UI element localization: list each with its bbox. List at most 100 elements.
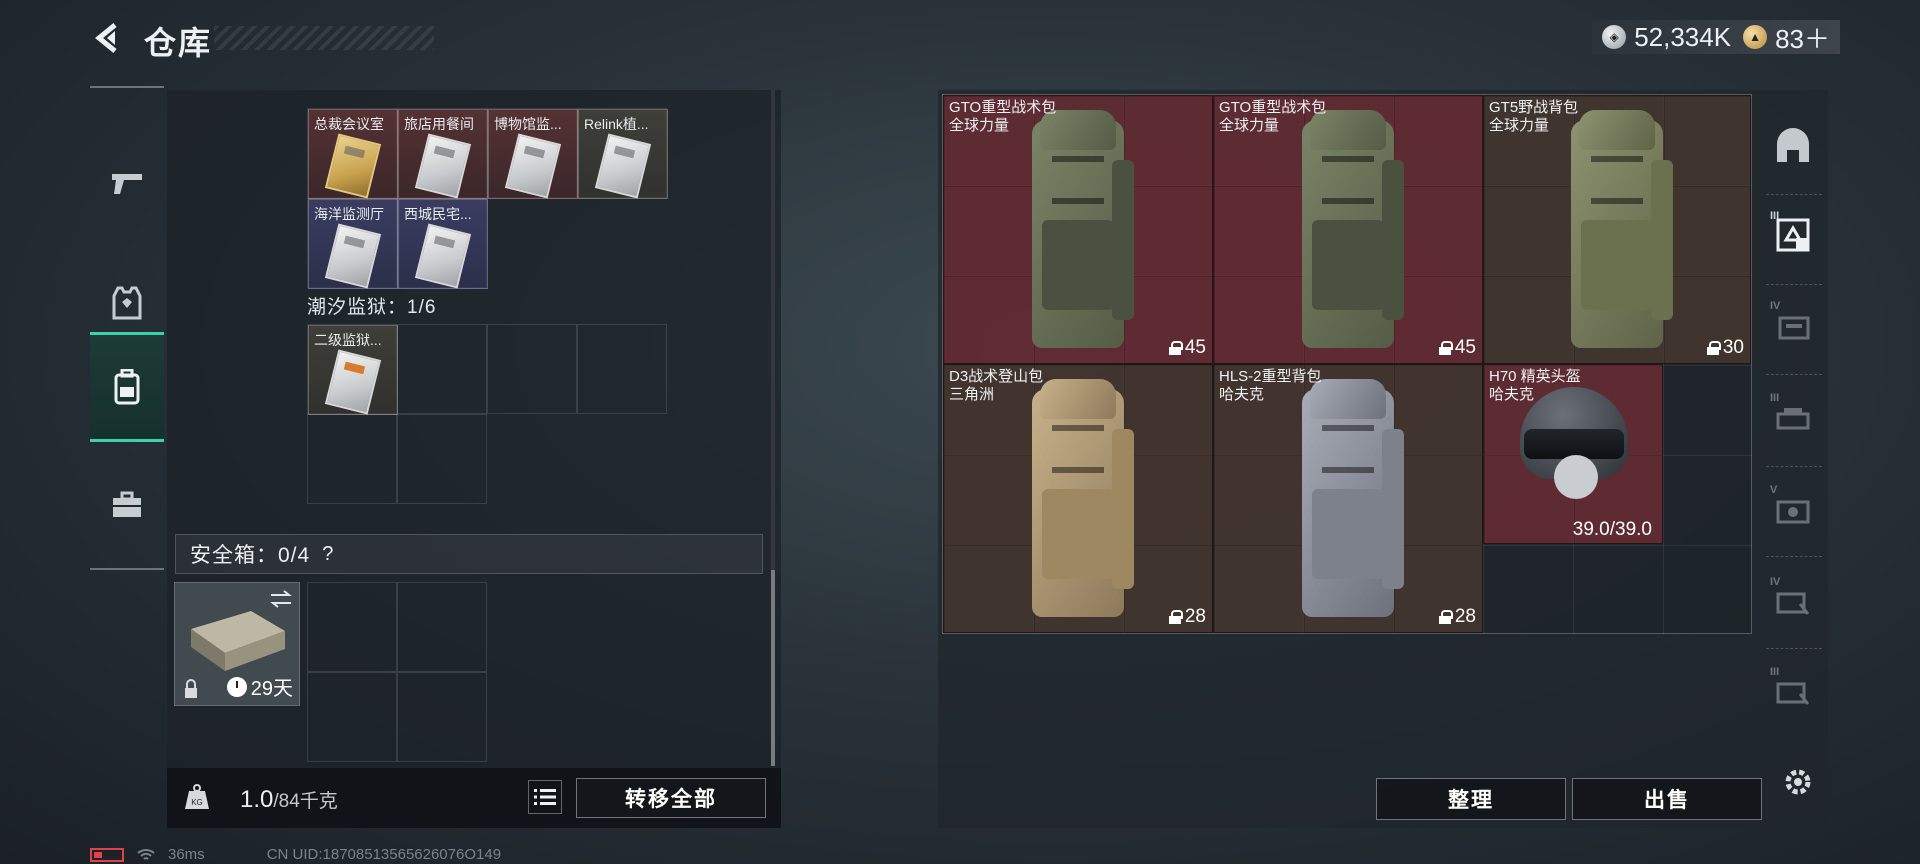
safe-box-item[interactable]: 29天	[174, 582, 300, 706]
key-slot[interactable]: 总裁会议室	[307, 108, 398, 199]
rental-days: 29天	[250, 678, 293, 700]
rail-item-weapons[interactable]	[90, 128, 164, 238]
key-slot[interactable]: 二级监狱...	[307, 324, 398, 415]
empty-key-slot[interactable]	[307, 414, 397, 504]
help-button[interactable]: ?	[322, 543, 333, 566]
empty-key-slot[interactable]	[577, 324, 667, 414]
left-category-rail	[90, 86, 164, 570]
safe-case-icon	[191, 611, 285, 671]
keycard-name: 总裁会议室	[314, 116, 384, 132]
rail-divider	[1766, 648, 1822, 649]
item-card[interactable]: HLS-2重型背包 哈夫克 28	[1213, 364, 1483, 633]
currency-gold-value: 83＋	[1775, 23, 1830, 54]
safe-box-header: 安全箱：0/4 ?	[175, 534, 763, 574]
keycard-name: 西城民宅...	[404, 206, 472, 222]
empty-safe-slot[interactable]	[307, 672, 397, 762]
capacity-badge: 45	[1438, 337, 1476, 359]
keycard-item[interactable]: 博物馆监...	[488, 109, 578, 199]
item-name: D3战术登山包 三角洲	[949, 368, 1044, 403]
keycard-item[interactable]: 西城民宅...	[398, 199, 488, 289]
list-view-button[interactable]	[528, 780, 562, 814]
prison-section-label: 潮汐监狱：1/6	[307, 297, 437, 318]
tier-label: III	[1770, 210, 1780, 222]
weight-current: 1.0	[240, 786, 274, 813]
item-name: GTO重型战术包 全球力量	[949, 99, 1057, 134]
keycard-item[interactable]: 海洋监测厅	[308, 199, 398, 289]
empty-key-slot[interactable]	[397, 324, 487, 414]
rail-divider	[1766, 466, 1822, 467]
capacity-icon	[1168, 610, 1183, 624]
key-slot[interactable]: 旅店用餐间	[397, 108, 488, 199]
keycard-item[interactable]: 总裁会议室	[308, 109, 398, 199]
empty-safe-slot[interactable]	[397, 672, 487, 762]
currency-gold[interactable]: ▲ 83＋	[1743, 19, 1830, 56]
rail-storage-tier3-active[interactable]: III	[1770, 210, 1816, 258]
capacity-icon	[1168, 341, 1183, 355]
key-slot[interactable]: Relink植...	[577, 108, 668, 199]
item-card[interactable]: GTO重型战术包 全球力量 45	[1213, 95, 1483, 364]
keycard-icon	[324, 349, 382, 415]
item-card[interactable]: H70 精英头盔 哈夫克 39.0/39.0	[1483, 364, 1663, 544]
keycard-item[interactable]: 二级监狱...	[308, 325, 398, 415]
key-slot[interactable]: 博物馆监...	[487, 108, 578, 199]
sort-button[interactable]: 整理	[1376, 778, 1566, 820]
item-card[interactable]: GT5野战背包 全球力量 30	[1483, 95, 1751, 364]
wifi-icon	[137, 848, 155, 860]
keycard-name: Relink植...	[584, 116, 649, 132]
rail-storage-tier3b[interactable]: III	[1770, 666, 1816, 714]
rail-storage-tier3[interactable]: III	[1770, 392, 1816, 440]
rail-divider	[1766, 374, 1822, 375]
key-slot[interactable]: 西城民宅...	[397, 198, 488, 289]
keycard-icon	[594, 133, 652, 199]
settings-button[interactable]	[1780, 764, 1816, 800]
system-status-bar: 36ms CN UID:18708513565626076O149	[90, 846, 501, 863]
back-button[interactable]	[88, 18, 128, 58]
rail-item-backpacks[interactable]	[90, 332, 164, 442]
rail-storage-tier5[interactable]: V	[1770, 484, 1816, 532]
keycard-icon	[414, 223, 472, 289]
backpack-image	[1292, 379, 1404, 627]
rail-storage-tier4b[interactable]: IV	[1770, 576, 1816, 624]
tier-iii-icon	[1776, 682, 1810, 705]
rail-item-cases[interactable]	[90, 450, 164, 560]
item-card[interactable]: GTO重型战术包 全球力量 45	[943, 95, 1213, 364]
armor-slot-icon	[1776, 218, 1810, 252]
capacity-badge: 45	[1168, 337, 1206, 359]
sell-button[interactable]: 出售	[1572, 778, 1762, 820]
left-scrollbar-thumb[interactable]	[771, 570, 775, 766]
list-icon	[534, 789, 556, 805]
rail-divider	[1766, 284, 1822, 285]
transfer-all-button[interactable]: 转移全部	[576, 778, 766, 818]
swap-icon[interactable]	[269, 589, 293, 609]
capacity-badge: 28	[1168, 606, 1206, 628]
currency-silver[interactable]: ◈ 52,334K	[1602, 22, 1731, 53]
item-card[interactable]: D3战术登山包 三角洲 28	[943, 364, 1213, 633]
item-name: HLS-2重型背包 哈夫克	[1219, 368, 1322, 403]
empty-safe-slot[interactable]	[397, 582, 487, 672]
keycard-item[interactable]: 旅店用餐间	[398, 109, 488, 199]
armor-vest-icon	[112, 286, 142, 320]
rail-storage-main[interactable]	[1770, 122, 1816, 168]
key-slot[interactable]: 海洋监测厅	[307, 198, 398, 289]
tier-iv-icon	[1776, 592, 1810, 615]
tier-label: III	[1770, 392, 1780, 404]
tier-label: IV	[1770, 576, 1781, 588]
helmet-image	[1514, 387, 1634, 507]
currency-bar: ◈ 52,334K ▲ 83＋	[1592, 20, 1840, 54]
tier-label: V	[1770, 484, 1778, 496]
capacity-icon	[1438, 341, 1453, 355]
empty-safe-slot[interactable]	[307, 582, 397, 672]
gold-coin-icon: ▲	[1743, 25, 1768, 49]
keycard-name: 海洋监测厅	[314, 206, 384, 222]
keycard-item[interactable]: Relink植...	[578, 109, 668, 199]
backpack-image	[1022, 379, 1134, 627]
empty-key-slot[interactable]	[397, 414, 487, 504]
empty-key-slot[interactable]	[487, 324, 577, 414]
keycard-name: 旅店用餐间	[404, 116, 474, 132]
backpack-image	[1561, 110, 1673, 358]
rail-storage-tier4[interactable]: IV	[1770, 300, 1816, 348]
tier-iii-icon	[1776, 408, 1810, 430]
keycard-icon	[324, 133, 382, 199]
weight-icon: KG	[182, 782, 212, 812]
rail-divider	[1766, 556, 1822, 557]
